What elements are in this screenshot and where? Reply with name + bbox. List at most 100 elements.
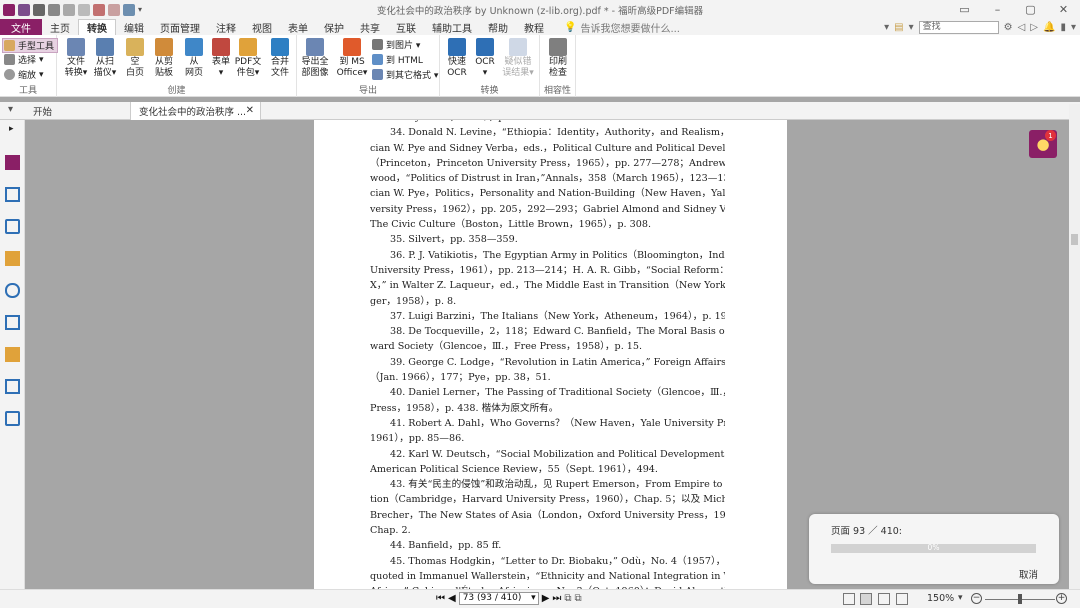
pdf-page[interactable]: University Press，1963），p. 34. Donald N. …	[314, 120, 787, 589]
tab-document[interactable]: 变化社会中的政治秩序 ... ✕	[131, 102, 261, 120]
zoom-menu-icon[interactable]: ▾	[958, 593, 963, 603]
search-input[interactable]: 查找	[918, 20, 999, 34]
scrollbar-thumb[interactable]	[1071, 234, 1078, 245]
tab-list-icon[interactable]: ▾	[8, 104, 13, 115]
menu-tab-9[interactable]: 互联	[388, 19, 424, 35]
text-line: 38. De Tocqueville，2，118；Edward C. Banfi…	[390, 326, 725, 338]
export-group: 导出全 部图像 到 MS Office▾ 到图片 ▾ 到 HTML 到其它格式 …	[297, 35, 440, 97]
maximize-button[interactable]: ▢	[1014, 0, 1047, 19]
create-button-2[interactable]: 空白页	[120, 38, 150, 79]
collapse-ribbon-icon[interactable]: ▾	[1071, 22, 1076, 33]
create-button-4[interactable]: 从网页	[179, 38, 209, 79]
undo-icon[interactable]	[93, 3, 105, 16]
menu-tab-7[interactable]: 保护	[316, 19, 352, 35]
create-button-5[interactable]: 表单 ▾	[206, 38, 236, 79]
zoom-slider-thumb[interactable]	[1018, 594, 1022, 604]
menu-tab-2[interactable]: 编辑	[116, 19, 152, 35]
close-tab-icon[interactable]: ✕	[246, 105, 254, 116]
menu-tab-12[interactable]: 教程	[516, 19, 552, 35]
zoom-out-icon[interactable]: −	[971, 593, 982, 604]
zoom-button[interactable]: 缩放 ▾	[4, 68, 44, 81]
continuous-view-icon[interactable]	[860, 593, 872, 605]
ocr-button[interactable]: OCR ▾	[474, 38, 496, 79]
new-doc-icon[interactable]	[78, 3, 90, 16]
create-button-6[interactable]: PDF文 件包▾	[233, 38, 263, 79]
create-button-1[interactable]: 从扫 描仪▾	[90, 38, 120, 79]
menu-tab-6[interactable]: 表单	[280, 19, 316, 35]
menu-tab-8[interactable]: 共享	[352, 19, 388, 35]
ms-office-button[interactable]: 到 MS Office▾	[335, 38, 369, 79]
hand-tool-icon[interactable]	[123, 3, 135, 16]
close-button[interactable]: ✕	[1047, 0, 1080, 19]
menu-tab-1[interactable]: 转换	[78, 19, 116, 35]
search-options-icon[interactable]: ▾	[909, 22, 914, 33]
print-icon[interactable]	[48, 3, 60, 16]
email-icon[interactable]	[63, 3, 75, 16]
create-button-0[interactable]: 文件 转换▾	[61, 38, 91, 79]
open-icon[interactable]	[18, 3, 30, 16]
hand-tool-button[interactable]: 手型工具	[2, 38, 59, 53]
search-people-icon[interactable]	[5, 411, 20, 426]
facing-view-icon[interactable]	[878, 593, 890, 605]
attachments-icon[interactable]	[5, 283, 20, 298]
zoom-in-icon[interactable]: +	[1056, 593, 1067, 604]
select-button[interactable]: 选择 ▾	[4, 53, 44, 66]
expand-panel-icon[interactable]: ▸	[9, 124, 14, 134]
to-image-button[interactable]: 到图片 ▾	[372, 38, 420, 51]
back-icon[interactable]: ◁	[1018, 22, 1026, 33]
page-number-field[interactable]: 73 (93 / 410) ▾	[458, 592, 539, 605]
to-other-format-button[interactable]: 到其它格式 ▾	[372, 68, 438, 81]
text-line: 41. Robert A. Dahl，Who Governs？（New Have…	[390, 417, 725, 429]
forward-icon[interactable]: ▷	[1030, 22, 1038, 33]
customize-chevron-icon[interactable]: ▾	[138, 5, 142, 14]
print-check-button[interactable]: 印刷 检查	[544, 38, 572, 79]
security-lock-icon[interactable]	[5, 347, 20, 362]
comments-icon[interactable]	[5, 251, 20, 266]
bookmarks-icon[interactable]	[5, 155, 20, 170]
quick-ocr-button[interactable]: 快速 OCR	[443, 38, 471, 79]
window-controls: ▭ – ▢ ✕	[948, 0, 1080, 19]
create-button-7[interactable]: 合并 文件	[265, 38, 295, 79]
single-page-view-icon[interactable]	[843, 593, 855, 605]
first-page-icon[interactable]: ⏮	[436, 593, 445, 604]
zoom-level[interactable]: 150%	[927, 593, 954, 604]
menu-tab-0[interactable]: 主页	[42, 19, 78, 35]
last-page-icon[interactable]: ⏭	[552, 593, 561, 604]
search-folder-icon[interactable]: ▤	[894, 22, 903, 33]
menu-tab-11[interactable]: 帮助	[480, 19, 516, 35]
suspect-results-button[interactable]: 疑似错 误结果▾	[499, 38, 537, 79]
user-icon[interactable]: ▮	[1060, 22, 1066, 33]
text-line: Brecher，The New States of Asia（London，Ox…	[370, 509, 725, 521]
menu-tab-3[interactable]: 页面管理	[152, 19, 208, 35]
cancel-button[interactable]: 取消	[1019, 567, 1038, 581]
minimize-button[interactable]: –	[981, 0, 1014, 19]
layers-icon[interactable]	[5, 219, 20, 234]
restore-ribbon-icon[interactable]: ▭	[948, 0, 981, 19]
prev-page-icon[interactable]: ◀	[448, 593, 456, 604]
prev-view-icon[interactable]: ⧉	[564, 593, 571, 604]
zoom-label: 缩放	[18, 71, 37, 81]
menu-tab-5[interactable]: 视图	[244, 19, 280, 35]
vertical-scrollbar[interactable]	[1069, 104, 1080, 589]
next-view-icon[interactable]: ⧉	[575, 593, 582, 604]
to-html-button[interactable]: 到 HTML	[372, 53, 423, 66]
continuous-facing-view-icon[interactable]	[896, 593, 908, 605]
menu-tab-10[interactable]: 辅助工具	[424, 19, 480, 35]
pages-icon[interactable]	[5, 187, 20, 202]
content-icon[interactable]	[5, 379, 20, 394]
redo-icon[interactable]	[108, 3, 120, 16]
title-bar: ▾ 变化社会中的政治秩序 by Unknown (z-lib.org).pdf …	[0, 0, 1080, 19]
save-icon[interactable]	[33, 3, 45, 16]
settings-icon[interactable]: ⚙	[1004, 22, 1013, 33]
menu-file[interactable]: 文件	[0, 19, 42, 35]
export-all-images-button[interactable]: 导出全 部图像	[300, 38, 330, 79]
menu-tab-4[interactable]: 注释	[208, 19, 244, 35]
next-page-icon[interactable]: ▶	[542, 593, 550, 604]
notification-bell-icon[interactable]: 🔔	[1043, 22, 1055, 33]
signatures-icon[interactable]	[5, 315, 20, 330]
tab-start[interactable]: 开始	[25, 102, 131, 120]
text-line: Press，1958），p. 438. 楷体为原文所有。	[370, 402, 559, 414]
tell-me-box[interactable]: 💡 告诉我您想要做什么...	[564, 19, 680, 35]
dropdown-icon[interactable]: ▾	[884, 22, 889, 33]
create-button-3[interactable]: 从剪 贴板	[149, 38, 179, 79]
